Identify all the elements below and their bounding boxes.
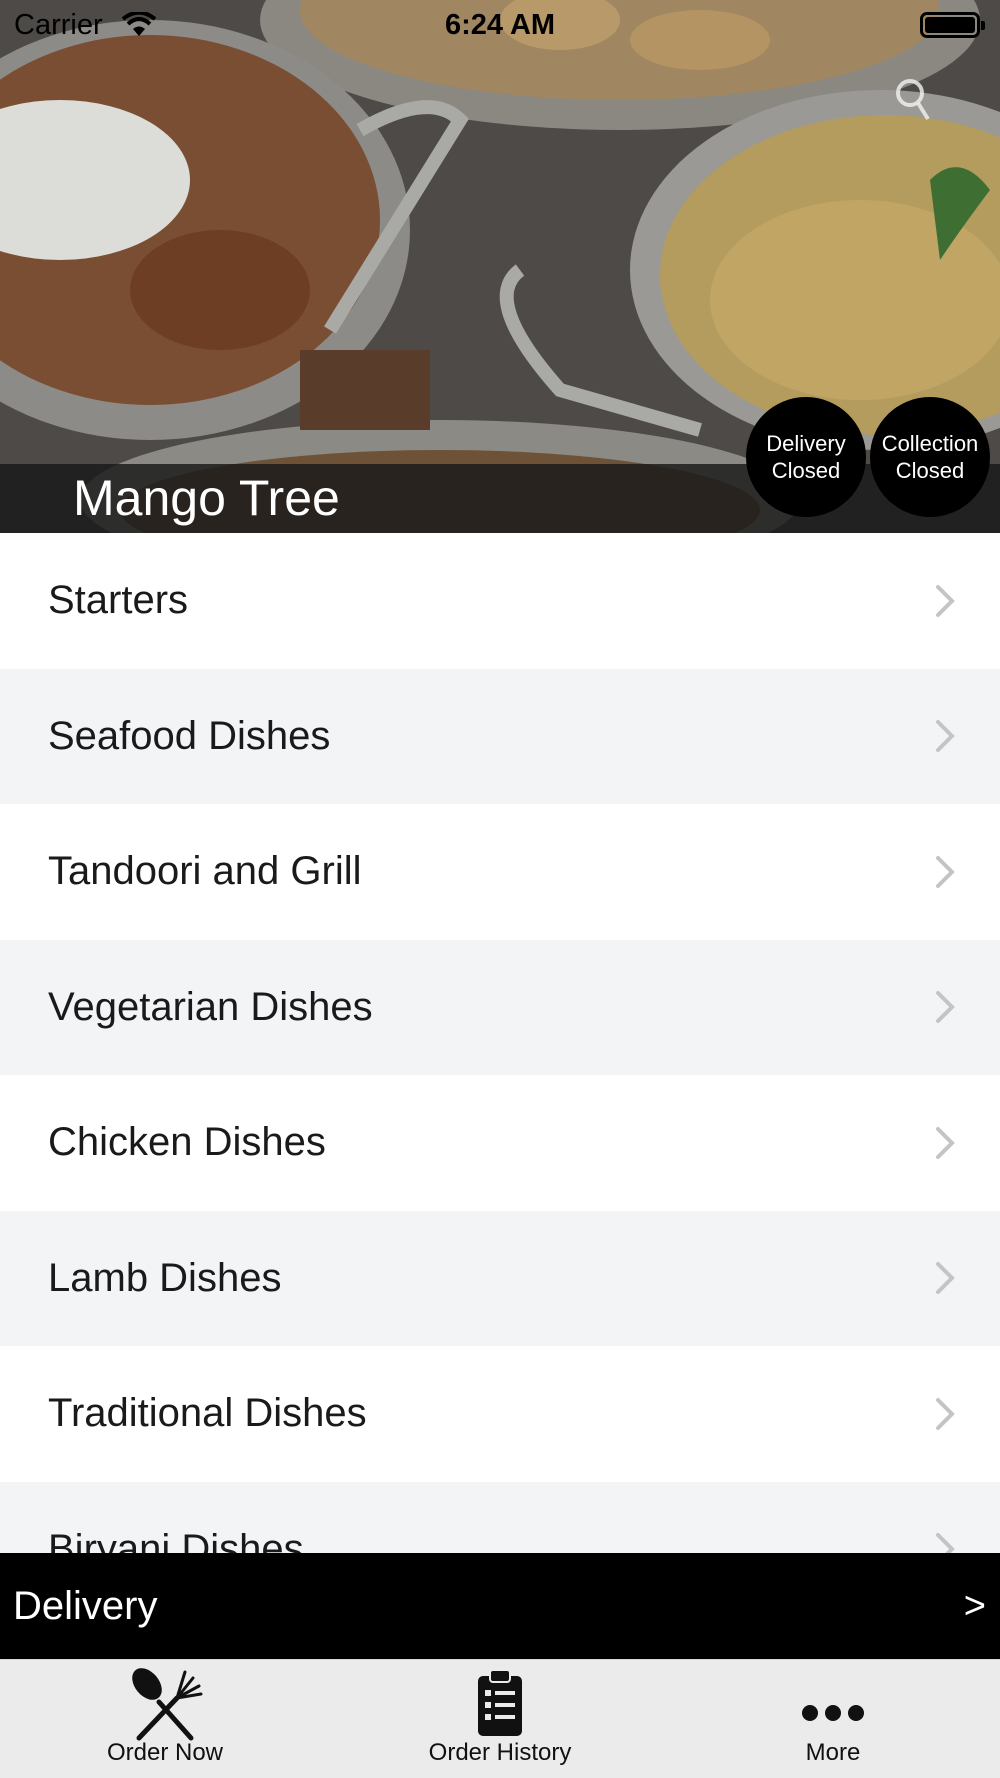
tab-order-now[interactable]: Order Now	[65, 1660, 265, 1778]
chevron-right-icon	[936, 1262, 955, 1295]
menu-item-tandoori-and-grill[interactable]: Tandoori and Grill	[0, 804, 1000, 940]
menu-item-label: Lamb Dishes	[48, 1255, 282, 1300]
collection-status-badge: Collection Closed	[870, 397, 990, 517]
menu-item-traditional-dishes[interactable]: Traditional Dishes	[0, 1346, 1000, 1482]
tab-label: Order History	[428, 1739, 572, 1766]
chevron-right-icon	[936, 991, 955, 1024]
menu-item-lamb-dishes[interactable]: Lamb Dishes	[0, 1210, 1000, 1346]
menu-item-label: Vegetarian Dishes	[48, 984, 373, 1029]
delivery-status-badge: Delivery Closed	[746, 397, 866, 517]
menu-item-label: Seafood Dishes	[48, 713, 331, 758]
chevron-right-icon	[936, 855, 955, 888]
tab-bar: Order Now Order History More	[0, 1659, 1000, 1778]
order-mode-label: Delivery	[13, 1583, 158, 1628]
collection-badge-line2: Closed	[895, 458, 965, 483]
menu-item-label: Starters	[48, 578, 189, 623]
search-icon[interactable]	[892, 75, 932, 125]
more-dots-icon	[802, 1705, 864, 1721]
tab-more[interactable]: More	[733, 1660, 933, 1778]
status-bar: Carrier 6:24 AM	[0, 0, 1000, 50]
restaurant-name: Mango Tree	[73, 470, 340, 526]
tab-order-history[interactable]: Order History	[400, 1660, 600, 1778]
delivery-badge-line2: Closed	[771, 458, 841, 483]
menu-item-biryani-dishes[interactable]: Biryani Dishes	[0, 1481, 1000, 1553]
menu-item-label: Chicken Dishes	[48, 1120, 326, 1165]
menu-item-label: Tandoori and Grill	[48, 849, 362, 894]
delivery-badge-line1: Delivery	[766, 431, 846, 456]
battery-icon	[920, 12, 985, 38]
clipboard-list-icon	[478, 1669, 522, 1736]
chevron-right-icon	[936, 584, 955, 617]
collection-badge-line1: Collection	[881, 431, 979, 456]
chevron-right-icon	[936, 1126, 955, 1159]
menu-item-seafood-dishes[interactable]: Seafood Dishes	[0, 668, 1000, 804]
menu-item-starters[interactable]: Starters	[0, 533, 1000, 669]
menu-item-vegetarian-dishes[interactable]: Vegetarian Dishes	[0, 939, 1000, 1075]
menu-item-chicken-dishes[interactable]: Chicken Dishes	[0, 1075, 1000, 1211]
chevron-right-icon	[936, 1533, 955, 1553]
menu-item-label: Biryani Dishes	[48, 1526, 304, 1553]
chevron-right-icon	[936, 1397, 955, 1430]
fork-knife-icon	[132, 1668, 203, 1741]
tab-label: Order Now	[106, 1739, 224, 1766]
order-mode-bar[interactable]: Delivery >	[0, 1553, 1000, 1659]
tab-label: More	[805, 1739, 861, 1766]
menu-category-list: Starters Seafood Dishes Tandoori and Gri…	[0, 533, 1000, 1553]
chevron-right-icon	[936, 720, 955, 753]
menu-item-label: Traditional Dishes	[48, 1391, 367, 1436]
status-time: 6:24 AM	[444, 9, 556, 41]
order-mode-arrow: >	[963, 1584, 986, 1627]
